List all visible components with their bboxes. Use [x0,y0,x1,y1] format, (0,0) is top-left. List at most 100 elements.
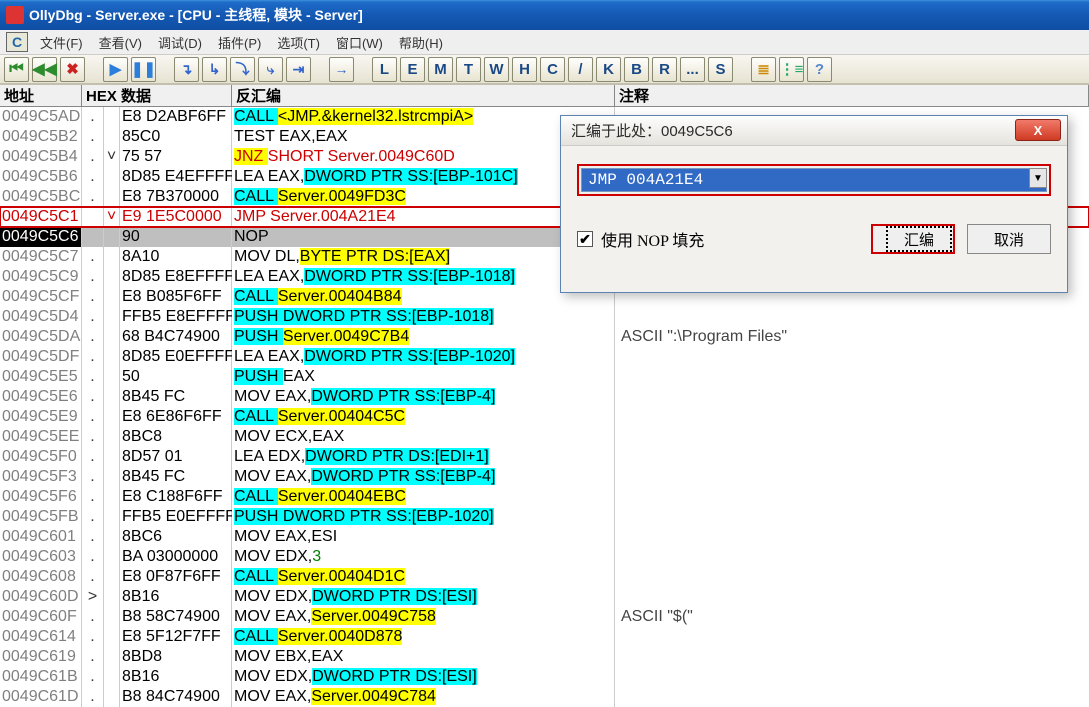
cancel-button[interactable]: 取消 [967,224,1051,254]
hex-cell: E8 6E86F6FF [120,407,232,427]
mark-cell: . [82,327,104,347]
assemble-button[interactable]: 汇编 [886,226,952,252]
menu-debug[interactable]: 调试(D) [154,31,206,54]
step-into-icon[interactable]: ↴ [174,57,199,82]
disasm-row[interactable]: 0049C619.8BD8MOV EBX,EAX [0,647,1089,667]
assemble-input[interactable] [581,168,1047,192]
disasm-row[interactable]: 0049C5E9.E8 6E86F6FFCALL Server.00404C5C [0,407,1089,427]
address-cell: 0049C5E5 [0,367,82,387]
disasm-row[interactable]: 0049C5F6.E8 C188F6FFCALL Server.00404EBC [0,487,1089,507]
hex-cell: 75 57 [120,147,232,167]
disasm-cell: CALL Server.00404C5C [232,407,615,427]
back-icon[interactable]: ◀◀ [32,57,57,82]
disasm-row[interactable]: 0049C5DA.68 B4C74900PUSH Server.0049C7B4… [0,327,1089,347]
settings-icon[interactable]: ⋮≡ [779,57,804,82]
toolbar-s-button[interactable]: S [708,57,733,82]
disasm-row[interactable]: 0049C61B.8B16MOV EDX,DWORD PTR DS:[ESI] [0,667,1089,687]
toolbar-t-button[interactable]: T [456,57,481,82]
list-icon[interactable]: ≣ [751,57,776,82]
aux-cell [104,447,120,467]
aux-cell [104,607,120,627]
run-till-icon[interactable]: ⇥ [286,57,311,82]
header-hex[interactable]: HEX 数据 [82,85,232,106]
toolbar-k-button[interactable]: K [596,57,621,82]
help-icon[interactable]: ? [807,57,832,82]
disasm-row[interactable]: 0049C614.E8 5F12F7FFCALL Server.0040D878 [0,627,1089,647]
aux-cell [104,427,120,447]
address-cell: 0049C5C9 [0,267,82,287]
mark-cell: . [82,107,104,127]
trace-over-icon[interactable]: ⤷ [258,57,283,82]
hex-cell: E8 0F87F6FF [120,567,232,587]
rewind-icon[interactable]: ⏮ [4,57,29,82]
title-bar: OllyDbg - Server.exe - [CPU - 主线程, 模块 - … [0,0,1089,30]
close-icon[interactable]: ✖ [60,57,85,82]
hex-cell: 68 B4C74900 [120,327,232,347]
header-address[interactable]: 地址 [0,85,82,106]
mark-cell: . [82,687,104,707]
comment-cell [615,647,1089,667]
disasm-row[interactable]: 0049C601.8BC6MOV EAX,ESI [0,527,1089,547]
disasm-row[interactable]: 0049C603.BA 03000000MOV EDX,3 [0,547,1089,567]
mark-cell: . [82,287,104,307]
menu-file[interactable]: 文件(F) [36,31,87,54]
dropdown-icon[interactable]: ▼ [1029,168,1047,188]
nop-fill-checkbox[interactable]: ✔ [577,231,593,247]
comment-cell [615,407,1089,427]
toolbar-w-button[interactable]: W [484,57,509,82]
toolbar-/-button[interactable]: / [568,57,593,82]
address-cell: 0049C5DF [0,347,82,367]
mark-cell: . [82,667,104,687]
disasm-cell: MOV DL,BYTE PTR DS:[EAX] [232,247,615,267]
disasm-row[interactable]: 0049C60F.B8 58C74900MOV EAX,Server.0049C… [0,607,1089,627]
toolbar-...-button[interactable]: ... [680,57,705,82]
toolbar-c-button[interactable]: C [540,57,565,82]
hex-cell: 8A10 [120,247,232,267]
disasm-row[interactable]: 0049C5DF.8D85 E0EFFFFILEA EAX,DWORD PTR … [0,347,1089,367]
disasm-row[interactable]: 0049C60D>8B16MOV EDX,DWORD PTR DS:[ESI] [0,587,1089,607]
trace-into-icon[interactable]: ⤵ [230,57,255,82]
menu-window[interactable]: 窗口(W) [332,31,387,54]
disasm-row[interactable]: 0049C5F0.8D57 01LEA EDX,DWORD PTR DS:[ED… [0,447,1089,467]
pause-icon[interactable]: ❚❚ [131,57,156,82]
disasm-row[interactable]: 0049C608.E8 0F87F6FFCALL Server.00404D1C [0,567,1089,587]
disasm-row[interactable]: 0049C5F3.8B45 FCMOV EAX,DWORD PTR SS:[EB… [0,467,1089,487]
menu-view[interactable]: 查看(V) [95,31,146,54]
disasm-row[interactable]: 0049C5EE.8BC8MOV ECX,EAX [0,427,1089,447]
mark-cell: . [82,367,104,387]
toolbar-m-button[interactable]: M [428,57,453,82]
toolbar-r-button[interactable]: R [652,57,677,82]
menu-options[interactable]: 选项(T) [273,31,324,54]
aux-cell [104,267,120,287]
hex-cell: 8D57 01 [120,447,232,467]
aux-cell [104,327,120,347]
disasm-cell: JMP Server.004A21E4 [232,207,615,227]
menu-plugins[interactable]: 插件(P) [214,31,265,54]
cpu-button[interactable]: C [6,32,28,52]
mark-cell: . [82,267,104,287]
menu-help[interactable]: 帮助(H) [395,31,447,54]
step-over-icon[interactable]: ↳ [202,57,227,82]
toolbar-h-button[interactable]: H [512,57,537,82]
mark-cell: . [82,127,104,147]
hex-cell: B8 84C74900 [120,687,232,707]
disasm-cell: MOV EAX,ESI [232,527,615,547]
disasm-row[interactable]: 0049C5E6.8B45 FCMOV EAX,DWORD PTR SS:[EB… [0,387,1089,407]
toolbar-b-button[interactable]: B [624,57,649,82]
disasm-row[interactable]: 0049C5FB.FFB5 E0EFFFFIPUSH DWORD PTR SS:… [0,507,1089,527]
toolbar-e-button[interactable]: E [400,57,425,82]
disasm-row[interactable]: 0049C5D4.FFB5 E8EFFFFIPUSH DWORD PTR SS:… [0,307,1089,327]
header-comment[interactable]: 注释 [615,85,1089,106]
disasm-row[interactable]: 0049C5E5.50PUSH EAX [0,367,1089,387]
goto-icon[interactable]: → [329,57,354,82]
header-disasm[interactable]: 反汇编 [232,85,615,106]
dialog-close-button[interactable]: X [1015,119,1061,141]
toolbar-l-button[interactable]: L [372,57,397,82]
disasm-cell: PUSH Server.0049C7B4 [232,327,615,347]
disasm-row[interactable]: 0049C61D.B8 84C74900MOV EAX,Server.0049C… [0,687,1089,707]
address-cell: 0049C5B2 [0,127,82,147]
comment-cell [615,527,1089,547]
aux-cell [104,187,120,207]
play-icon[interactable]: ▶ [103,57,128,82]
address-cell: 0049C603 [0,547,82,567]
